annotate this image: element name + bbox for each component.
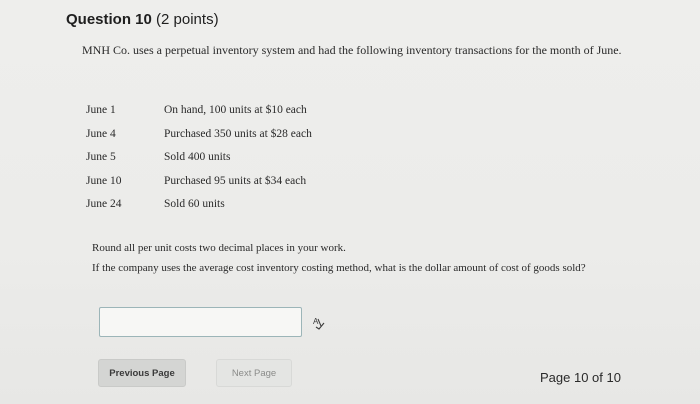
transaction-date: June 4 bbox=[86, 128, 116, 140]
spellcheck-icon[interactable]: A bbox=[312, 316, 326, 330]
svg-text:A: A bbox=[313, 317, 319, 326]
transaction-date: June 1 bbox=[86, 104, 116, 116]
transaction-row: June 5 Sold 400 units bbox=[86, 151, 386, 167]
previous-page-button[interactable]: Previous Page bbox=[98, 359, 186, 387]
transaction-row: June 1 On hand, 100 units at $10 each bbox=[86, 104, 386, 120]
question-number: Question 10 bbox=[66, 11, 152, 28]
transaction-row: June 10 Purchased 95 units at $34 each bbox=[86, 175, 386, 191]
page-indicator: Page 10 of 10 bbox=[540, 370, 621, 385]
instructions: Round all per unit costs two decimal pla… bbox=[92, 243, 632, 274]
transaction-date: June 24 bbox=[86, 198, 122, 210]
rounding-instruction: Round all per unit costs two decimal pla… bbox=[92, 242, 346, 254]
transaction-description: On hand, 100 units at $10 each bbox=[164, 104, 307, 116]
answer-input[interactable] bbox=[99, 307, 302, 337]
question-header: Question 10 (2 points) bbox=[66, 11, 219, 28]
transaction-row: June 4 Purchased 350 units at $28 each bbox=[86, 128, 386, 144]
question-text: MNH Co. uses a perpetual inventory syste… bbox=[82, 43, 622, 57]
transaction-description: Sold 400 units bbox=[164, 151, 231, 163]
transaction-description: Purchased 350 units at $28 each bbox=[164, 128, 312, 140]
question-prompt: If the company uses the average cost inv… bbox=[92, 262, 586, 274]
transaction-description: Purchased 95 units at $34 each bbox=[164, 175, 307, 187]
transaction-row: June 24 Sold 60 units bbox=[86, 198, 386, 214]
transaction-date: June 10 bbox=[86, 175, 122, 187]
transaction-description: Sold 60 units bbox=[164, 198, 225, 210]
transaction-date: June 5 bbox=[86, 151, 116, 163]
question-points: (2 points) bbox=[156, 11, 219, 28]
quiz-page: Question 10 (2 points) MNH Co. uses a pe… bbox=[0, 0, 700, 404]
next-page-button[interactable]: Next Page bbox=[216, 359, 292, 387]
